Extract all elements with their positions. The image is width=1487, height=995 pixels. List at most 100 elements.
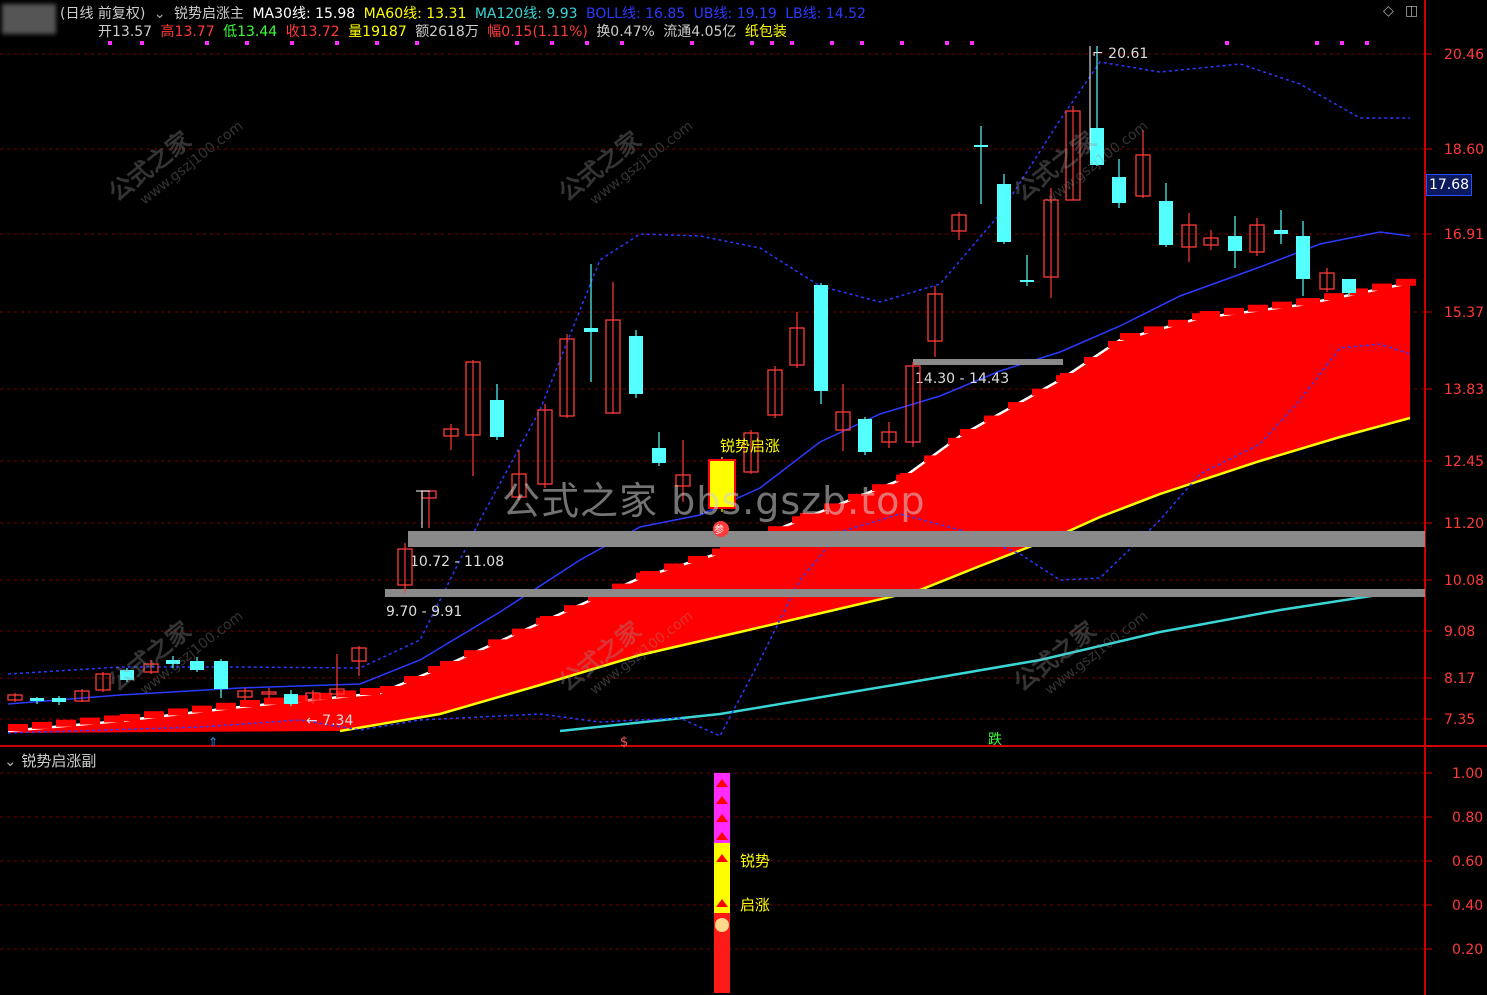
price-tick-label: 9.08 xyxy=(1444,624,1475,640)
signal-dot xyxy=(245,41,249,45)
candle-body-down xyxy=(1296,236,1310,279)
indicator-name[interactable]: 锐势启涨主 xyxy=(174,6,244,22)
chevron-down-icon[interactable]: ⌄ xyxy=(154,6,166,22)
open-value: 开13.57 xyxy=(98,24,153,40)
band-step xyxy=(264,697,284,705)
ma60-value: MA60线: 13.31 xyxy=(363,6,467,22)
signal-dot xyxy=(140,41,144,45)
sub-title-label[interactable]: 锐势启涨副 xyxy=(21,752,96,770)
close-value: 收13.72 xyxy=(285,24,340,40)
band-step xyxy=(960,429,980,436)
signal-dot xyxy=(620,41,624,45)
band-step xyxy=(1084,357,1104,364)
sub-tick-label: 0.60 xyxy=(1452,854,1483,870)
signal-dot xyxy=(205,41,209,45)
band-step xyxy=(1144,326,1164,334)
band-step xyxy=(1168,319,1188,327)
coin-icon xyxy=(715,918,729,932)
band-step xyxy=(120,714,140,721)
band-step xyxy=(512,628,532,636)
zone-label-2: 9.70 - 9.91 xyxy=(386,604,462,620)
low-price-label: ← 7.34 xyxy=(306,713,353,729)
quote-header: 开13.57 高13.77 低13.44 收13.72 量19187 额2618… xyxy=(4,21,791,41)
band-step xyxy=(1372,283,1392,291)
band-step xyxy=(1396,278,1416,286)
band-step xyxy=(144,711,164,719)
signal-dot xyxy=(1365,41,1369,45)
band-step xyxy=(1060,373,1080,380)
support-zone-3 xyxy=(913,359,1063,365)
turnover-value: 换0.47% xyxy=(596,24,655,40)
band-step xyxy=(984,415,1004,423)
band-step xyxy=(1272,301,1292,309)
signal-label: 锐势启涨 xyxy=(720,437,780,455)
high-value: 高13.77 xyxy=(160,24,215,40)
band-step xyxy=(404,676,424,683)
band-step xyxy=(720,546,740,553)
candle-body-down xyxy=(814,285,828,391)
candle-body-down xyxy=(1020,280,1034,282)
price-tick-label: 11.20 xyxy=(1444,516,1484,532)
band-step xyxy=(1248,304,1268,312)
candle-body-down xyxy=(629,336,643,394)
signal-dot xyxy=(585,41,589,45)
band-step xyxy=(1300,298,1320,305)
change-value: 幅0.15(1.11%) xyxy=(487,24,588,40)
signal-dot xyxy=(830,41,834,45)
band-step xyxy=(192,705,212,713)
band-step xyxy=(924,455,944,463)
high-price-label: ⌐ 20.61 xyxy=(1092,46,1148,62)
band-step xyxy=(440,661,460,668)
band-step xyxy=(1120,333,1140,340)
band-step xyxy=(540,616,560,623)
signal-dot xyxy=(515,41,519,45)
price-tick-label: 15.37 xyxy=(1444,305,1484,321)
sub-label-2: 启涨 xyxy=(740,896,770,914)
band-step xyxy=(1032,388,1052,396)
signal-dot xyxy=(375,41,379,45)
signal-dot xyxy=(550,41,554,45)
price-tick-label: 13.83 xyxy=(1444,382,1484,398)
sub-tick-label: 1.00 xyxy=(1452,766,1483,782)
band-step xyxy=(216,702,236,710)
support-zone-2 xyxy=(385,589,1425,597)
signal-dot xyxy=(415,41,419,45)
candle-body-down xyxy=(997,184,1011,242)
signal-dot xyxy=(790,41,794,45)
window-toggle-icon[interactable]: ◫ xyxy=(1405,3,1418,19)
signal-dot xyxy=(900,41,904,45)
price-tick-label: 12.45 xyxy=(1444,454,1484,470)
signal-dot xyxy=(750,41,754,45)
band-step xyxy=(1224,307,1244,315)
candle-body-down xyxy=(652,448,666,463)
center-watermark: 公式之家 bbs.gszb.top xyxy=(502,479,926,523)
price-tick-label: 10.08 xyxy=(1444,573,1484,589)
signal-dot xyxy=(335,41,339,45)
candle-body-down xyxy=(52,698,66,702)
low-value: 低13.44 xyxy=(223,24,278,40)
ub-value: UB线: 19.19 xyxy=(693,6,777,22)
period-label[interactable]: (日线 前复权) xyxy=(60,6,145,22)
candle-body-down xyxy=(1159,201,1173,245)
candle-body-down xyxy=(1274,230,1288,234)
sub-tick-label: 0.80 xyxy=(1452,810,1483,826)
sector-value[interactable]: 纸包装 xyxy=(745,24,787,40)
band-step xyxy=(564,605,584,613)
diamond-icon[interactable]: ◇ xyxy=(1383,3,1394,19)
candle-body-down xyxy=(1112,177,1126,203)
zone-label-3: 14.30 - 14.43 xyxy=(915,371,1009,387)
price-tick-label: 20.46 xyxy=(1444,47,1484,63)
current-price-tag: 17.68 xyxy=(1426,174,1472,196)
zone-label-1: 10.72 - 11.08 xyxy=(410,554,504,570)
candle-body-down xyxy=(30,698,44,701)
signal-dot xyxy=(970,41,974,45)
amount-value: 额2618万 xyxy=(415,24,479,40)
boll-value: BOLL线: 16.85 xyxy=(585,6,686,22)
sub-indicator-title[interactable]: ⌄ 锐势启涨副 xyxy=(4,750,96,771)
candle-body-down xyxy=(858,419,872,452)
signal-dot xyxy=(690,41,694,45)
candle-body-down xyxy=(974,145,988,147)
signal-dot xyxy=(1340,41,1344,45)
band-step xyxy=(688,556,708,563)
price-tick-label: 18.60 xyxy=(1444,142,1484,158)
